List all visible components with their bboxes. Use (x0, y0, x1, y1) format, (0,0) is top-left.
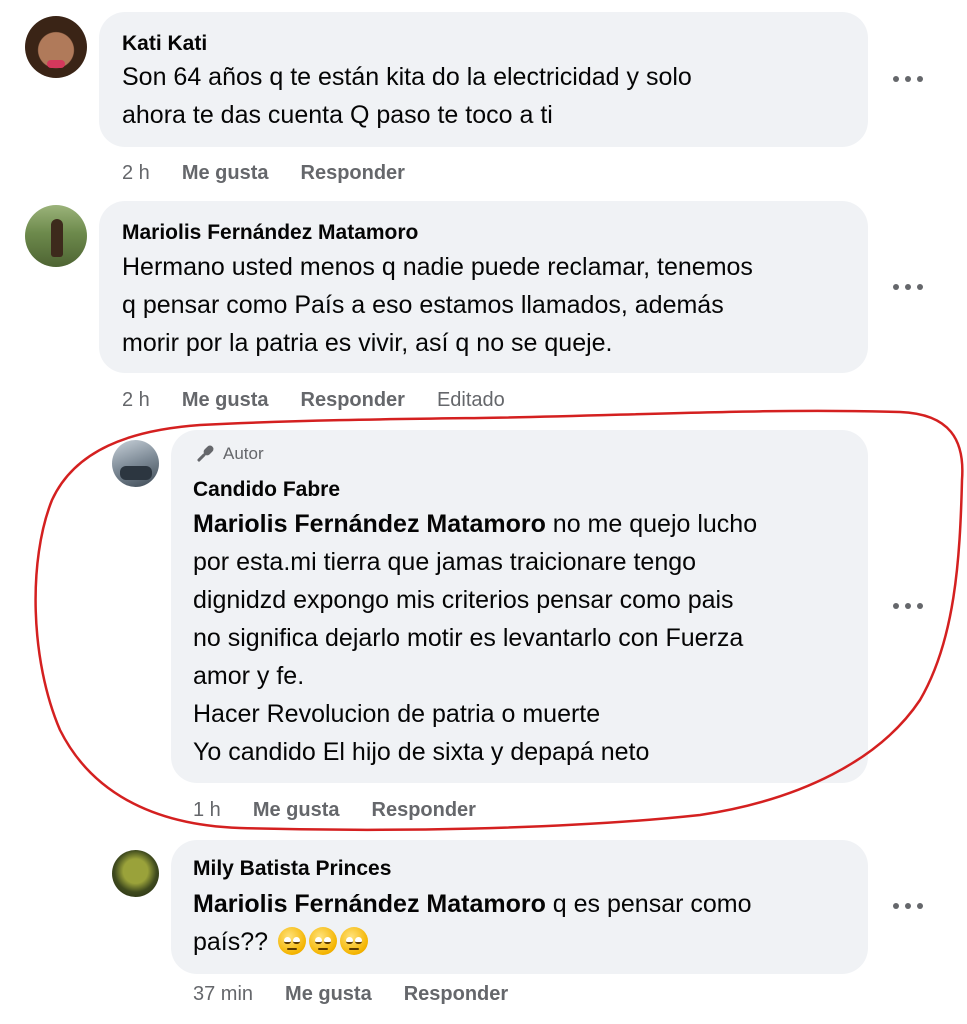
dot-icon (905, 903, 911, 909)
author-badge: Autor (193, 442, 264, 466)
comment-text-span: no me quejo lucho (545, 510, 758, 538)
comment-text-span: país?? (193, 928, 269, 956)
like-button[interactable]: Me gusta (253, 799, 340, 822)
comment-text-line: Hacer Revolucion de patria o muerte (193, 700, 601, 728)
comment-text-line: Mariolis Fernández Matamoro no me quejo … (193, 505, 757, 543)
reply-button[interactable]: Responder (301, 162, 405, 185)
comment-author[interactable]: Mariolis Fernández Matamoro (122, 221, 418, 245)
comment-text-line: país?? (193, 923, 752, 961)
comment-time[interactable]: 2 h (122, 162, 150, 185)
more-options-button[interactable] (893, 600, 923, 612)
comment-author[interactable]: Candido Fabre (193, 478, 340, 502)
reply-button[interactable]: Responder (372, 799, 476, 822)
comment-text: Mariolis Fernández Matamoro no me quejo … (193, 505, 757, 771)
comment-text-line: dignidzd expongo mis criterios pensar co… (193, 586, 734, 614)
avatar[interactable] (112, 850, 159, 897)
dot-icon (893, 603, 899, 609)
avatar[interactable] (25, 16, 87, 78)
dot-icon (893, 284, 899, 290)
comment-author[interactable]: Mily Batista Princes (193, 857, 391, 881)
comment-actions: 1 h Me gusta Responder (193, 795, 476, 825)
dot-icon (905, 76, 911, 82)
comment-text-line: no significa dejarlo motir es levantarlo… (193, 624, 744, 652)
comment-text-line: amor y fe. (193, 662, 305, 690)
author-badge-label: Autor (223, 444, 264, 463)
comment-text-line: Son 64 años q te están kita do la electr… (122, 63, 692, 91)
comment-actions: 2 h Me gusta Responder Editado (122, 385, 505, 415)
more-options-button[interactable] (893, 900, 923, 912)
mention-link[interactable]: Mariolis Fernández Matamoro (193, 510, 546, 538)
dot-icon (893, 903, 899, 909)
comment-text-span: q es pensar como (545, 890, 752, 918)
more-options-button[interactable] (893, 73, 923, 85)
comment-time[interactable]: 37 min (193, 983, 253, 1006)
microphone-icon (193, 442, 217, 466)
comment-text-line: Yo candido El hijo de sixta y depapá net… (193, 738, 650, 766)
avatar[interactable] (25, 205, 87, 267)
like-button[interactable]: Me gusta (285, 983, 372, 1006)
edited-label: Editado (436, 388, 505, 411)
rolling-eyes-emoji-icon (309, 927, 338, 955)
mention-link[interactable]: Mariolis Fernández Matamoro (193, 890, 546, 918)
more-options-button[interactable] (893, 281, 923, 293)
dot-icon (905, 284, 911, 290)
comment-text-line: por esta.mi tierra que jamas traicionare… (193, 548, 697, 576)
dot-icon (917, 284, 923, 290)
dot-icon (917, 603, 923, 609)
comment-actions: 37 min Me gusta Responder (193, 979, 508, 1009)
comment-author[interactable]: Kati Kati (122, 32, 207, 56)
rolling-eyes-emoji-icon (278, 927, 307, 955)
comment-time[interactable]: 2 h (122, 389, 150, 412)
dot-icon (917, 76, 923, 82)
rolling-eyes-emoji-icon (340, 927, 369, 955)
like-button[interactable]: Me gusta (182, 162, 269, 185)
comment-text: Mariolis Fernández Matamoro q es pensar … (193, 885, 752, 961)
comment-text-line: morir por la patria es vivir, así q no s… (122, 329, 613, 357)
comment-text-line: Hermano usted menos q nadie puede reclam… (122, 253, 753, 281)
dot-icon (917, 903, 923, 909)
comment-time[interactable]: 1 h (193, 799, 221, 822)
reply-button[interactable]: Responder (301, 389, 405, 412)
comment-text-line: ahora te das cuenta Q paso te toco a ti (122, 101, 553, 129)
comment-text-line: Mariolis Fernández Matamoro q es pensar … (193, 885, 752, 923)
comment-text: Hermano usted menos q nadie puede reclam… (122, 248, 753, 362)
avatar[interactable] (112, 440, 159, 487)
like-button[interactable]: Me gusta (182, 389, 269, 412)
comment-text: Son 64 años q te están kita do la electr… (122, 58, 692, 134)
dot-icon (905, 603, 911, 609)
reply-button[interactable]: Responder (404, 983, 508, 1006)
comment-actions: 2 h Me gusta Responder (122, 158, 405, 188)
dot-icon (893, 76, 899, 82)
comment-text-line: q pensar como País a eso estamos llamado… (122, 291, 724, 319)
